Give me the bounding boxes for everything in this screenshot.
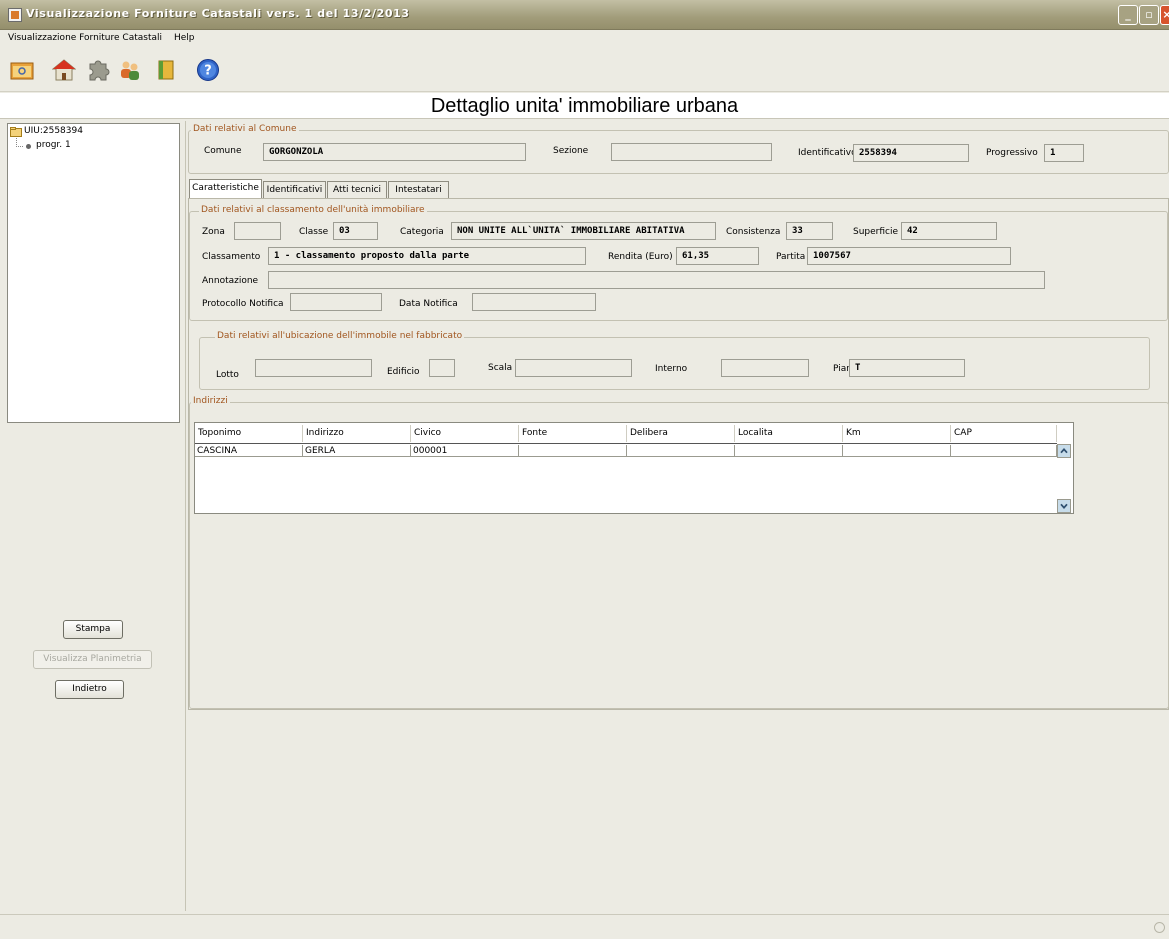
table-cell-delibera[interactable] — [627, 445, 735, 457]
piano-field[interactable]: T — [849, 359, 965, 377]
open-folder-icon[interactable] — [10, 58, 34, 82]
consistenza-field[interactable]: 33 — [786, 222, 833, 240]
maximize-button[interactable]: ▫ — [1139, 5, 1159, 25]
column-header-localita[interactable]: Localita — [735, 425, 843, 442]
scala-label: Scala — [488, 363, 513, 373]
puzzle-icon[interactable] — [86, 58, 110, 82]
superficie-field[interactable]: 42 — [901, 222, 997, 240]
column-header-fonte[interactable]: Fonte — [519, 425, 627, 442]
page-title: Dettaglio unita' immobiliare urbana — [0, 93, 1169, 119]
app-icon — [8, 8, 22, 22]
folder-icon — [10, 127, 22, 137]
zona-label: Zona — [202, 227, 225, 237]
categoria-field[interactable]: NON UNITE ALL`UNITA` IMMOBILIARE ABITATI… — [451, 222, 716, 240]
annotazione-label: Annotazione — [202, 276, 259, 286]
protocollo-notifica-field[interactable] — [290, 293, 382, 311]
interno-field[interactable] — [721, 359, 809, 377]
tab-intestatari[interactable]: Intestatari — [388, 181, 449, 199]
zona-field[interactable] — [234, 222, 281, 240]
classe-label: Classe — [299, 227, 329, 237]
edificio-field[interactable] — [429, 359, 455, 377]
categoria-label: Categoria — [400, 227, 444, 237]
toolbar: ? — [0, 48, 1169, 92]
comune-field[interactable]: GORGONZOLA — [263, 143, 526, 161]
identificativo-field[interactable]: 2558394 — [853, 144, 969, 162]
partita-field[interactable]: 1007567 — [807, 247, 1011, 265]
scroll-up-icon[interactable] — [1057, 444, 1071, 458]
help-icon[interactable]: ? — [196, 58, 220, 82]
window-titlebar[interactable]: Visualizzazione Forniture Catastali vers… — [0, 0, 1169, 30]
column-header-indirizzo[interactable]: Indirizzo — [303, 425, 411, 442]
tree-connector — [16, 146, 23, 147]
svg-text:?: ? — [204, 64, 212, 79]
partita-label: Partita — [776, 252, 806, 262]
data-notifica-label: Data Notifica — [399, 299, 458, 309]
annotazione-field[interactable] — [268, 271, 1045, 289]
uiu-tree[interactable]: UIU:2558394 progr. 1 — [7, 123, 180, 423]
classamento-field[interactable]: 1 - classamento proposto dalla parte — [268, 247, 586, 265]
data-notifica-field[interactable] — [472, 293, 596, 311]
rendita-field[interactable]: 61,35 — [676, 247, 759, 265]
indirizzi-table[interactable]: Toponimo Indirizzo Civico Fonte Delibera… — [194, 422, 1074, 514]
comune-group-legend: Dati relativi al Comune — [191, 124, 299, 134]
classamento-label: Classamento — [202, 252, 261, 262]
progressivo-field[interactable]: 1 — [1044, 144, 1084, 162]
column-header-civico[interactable]: Civico — [411, 425, 519, 442]
protocollo-notifica-label: Protocollo Notifica — [202, 299, 284, 309]
classe-field[interactable]: 03 — [333, 222, 378, 240]
table-cell-km[interactable] — [843, 445, 951, 457]
close-button[interactable]: × — [1160, 5, 1169, 25]
consistenza-label: Consistenza — [726, 227, 781, 237]
superficie-label: Superficie — [853, 227, 899, 237]
tree-node-dot-icon — [26, 144, 31, 149]
menu-item-help[interactable]: Help — [174, 33, 195, 43]
sezione-label: Sezione — [553, 146, 589, 156]
visualizza-planimetria-button[interactable]: Visualizza Planimetria — [33, 650, 152, 669]
table-cell-localita[interactable] — [735, 445, 843, 457]
column-header-cap[interactable]: CAP — [951, 425, 1057, 442]
tab-identificativi[interactable]: Identificativi — [263, 181, 326, 199]
indietro-button[interactable]: Indietro — [55, 680, 124, 699]
column-header-delibera[interactable]: Delibera — [627, 425, 735, 442]
column-header-toponimo[interactable]: Toponimo — [195, 425, 303, 442]
minimize-button[interactable]: _ — [1118, 5, 1138, 25]
book-icon[interactable] — [155, 58, 179, 82]
identificativo-label: Identificativo — [798, 148, 857, 158]
table-cell-cap[interactable] — [951, 445, 1057, 457]
sezione-field[interactable] — [611, 143, 772, 161]
column-header-km[interactable]: Km — [843, 425, 951, 442]
house-icon[interactable] — [52, 58, 76, 82]
edificio-label: Edificio — [387, 367, 420, 377]
menu-bar: Visualizzazione Forniture Catastali Help — [0, 31, 1169, 47]
ubicazione-group-legend: Dati relativi all'ubicazione dell'immobi… — [215, 331, 465, 341]
tree-root[interactable]: UIU:2558394 — [24, 126, 83, 136]
scroll-down-icon[interactable] — [1057, 499, 1071, 513]
table-cell-indirizzo[interactable]: GERLA — [303, 445, 411, 457]
window-title: Visualizzazione Forniture Catastali vers… — [26, 7, 410, 20]
indirizzi-group-legend: Indirizzi — [191, 396, 230, 406]
rendita-label: Rendita (Euro) — [608, 252, 673, 262]
lotto-label: Lotto — [216, 370, 239, 380]
table-cell-civico[interactable]: 000001 — [411, 445, 519, 457]
interno-label: Interno — [655, 364, 688, 374]
table-cell-toponimo[interactable]: CASCINA — [195, 445, 303, 457]
users-icon[interactable] — [118, 58, 142, 82]
tab-atti-tecnici[interactable]: Atti tecnici — [327, 181, 387, 199]
header-divider — [195, 443, 1057, 444]
classamento-group-legend: Dati relativi al classamento dell'unità … — [199, 205, 427, 215]
table-cell-fonte[interactable] — [519, 445, 627, 457]
scala-field[interactable] — [515, 359, 632, 377]
progressivo-label: Progressivo — [986, 148, 1038, 158]
stampa-button[interactable]: Stampa — [63, 620, 123, 639]
menu-item-visualizzazione[interactable]: Visualizzazione Forniture Catastali — [8, 33, 162, 43]
comune-label: Comune — [204, 146, 242, 156]
tree-child-progr[interactable]: progr. 1 — [36, 140, 71, 150]
status-indicator-icon — [1154, 922, 1165, 933]
tab-caratteristiche[interactable]: Caratteristiche — [189, 179, 262, 199]
lotto-field[interactable] — [255, 359, 372, 377]
status-bar — [0, 914, 1169, 939]
